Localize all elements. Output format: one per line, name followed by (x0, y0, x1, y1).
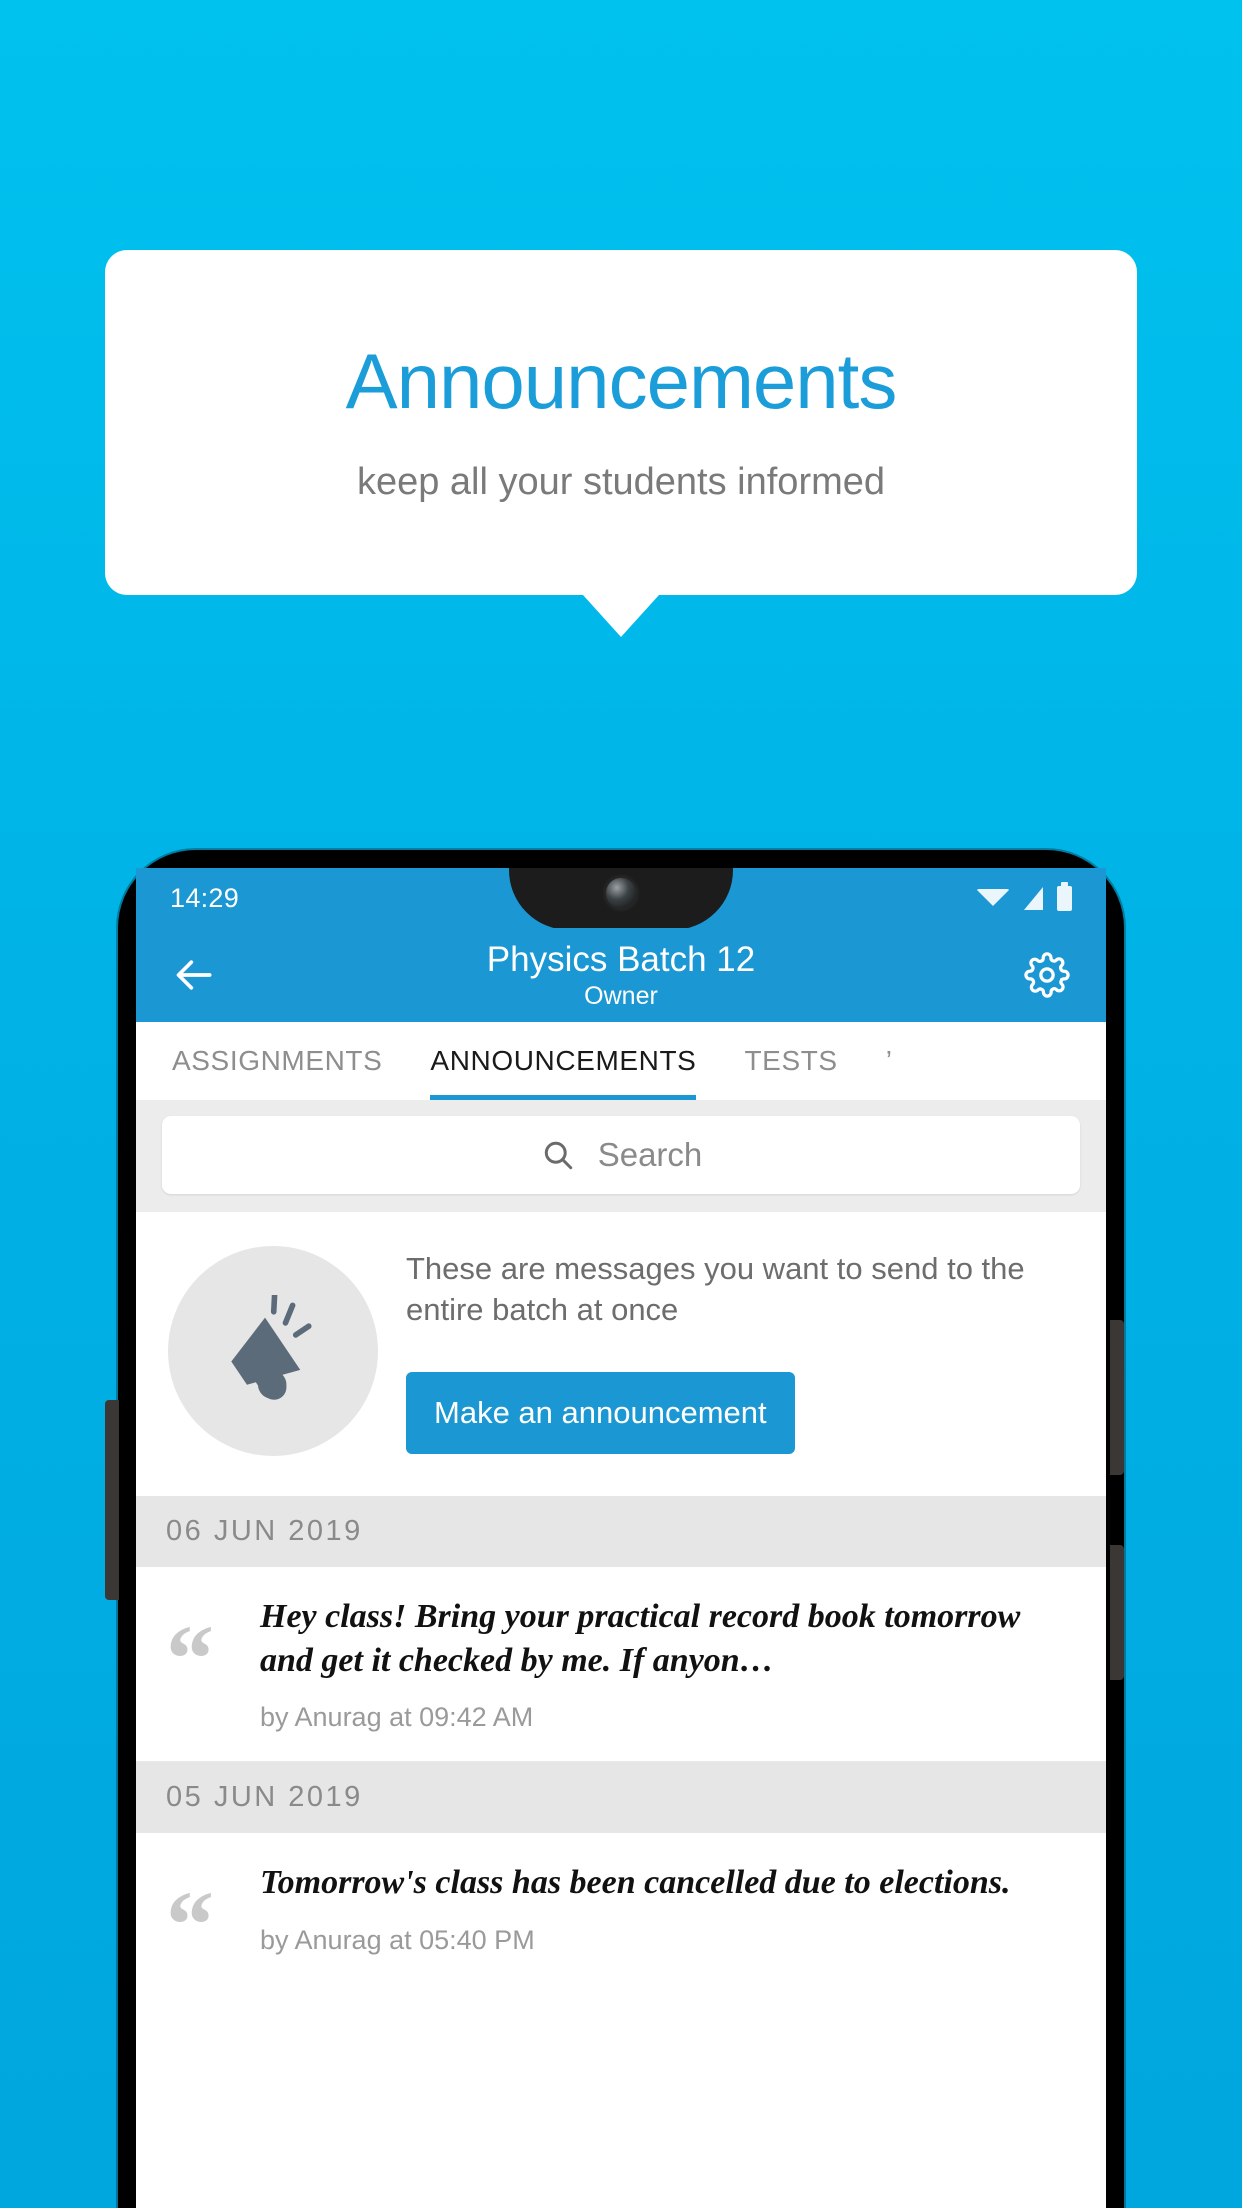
signal-icon (1024, 886, 1043, 910)
status-icon-group (976, 881, 1072, 911)
promo-content: These are messages you want to send to t… (406, 1248, 1078, 1455)
search-placeholder: Search (597, 1136, 703, 1173)
tab-assignments[interactable]: ASSIGNMENTS (172, 1022, 382, 1100)
announcement-promo-card: These are messages you want to send to t… (136, 1212, 1106, 1496)
announcement-meta: by Anurag at 05:40 PM (260, 1924, 535, 1955)
back-button[interactable] (164, 944, 226, 1006)
promo-description: These are messages you want to send to t… (406, 1250, 1025, 1327)
announcement-body: Tomorrow's class has been cancelled due … (260, 1861, 1080, 1956)
date-header: 06 JUN 2019 (136, 1496, 1106, 1567)
promo-banner: Announcements keep all your students inf… (105, 250, 1137, 637)
batch-title: Physics Batch 12 (486, 939, 756, 979)
gear-icon (1024, 952, 1070, 998)
wifi-icon (976, 888, 1010, 906)
page-title: Announcements (345, 337, 898, 426)
tab-bar[interactable]: ASSIGNMENTS ANNOUNCEMENTS TESTS ’ (136, 1022, 1106, 1100)
megaphone-badge (168, 1246, 378, 1456)
announcement-text: Hey class! Bring your practical record b… (260, 1598, 1021, 1679)
app-bar-titles: Physics Batch 12 Owner (226, 940, 1016, 1010)
camera-notch (509, 868, 733, 930)
search-input[interactable]: Search (162, 1116, 1080, 1194)
tab-announcements[interactable]: ANNOUNCEMENTS (430, 1022, 697, 1100)
status-time: 14:29 (170, 882, 240, 913)
megaphone-icon (231, 1295, 312, 1400)
search-icon (544, 1141, 572, 1170)
settings-button[interactable] (1016, 944, 1078, 1006)
search-section: Search (136, 1100, 1106, 1212)
make-announcement-button[interactable]: Make an announcement (406, 1372, 795, 1455)
quote-icon: “ (166, 1605, 214, 1712)
app-bar: Physics Batch 12 Owner (136, 928, 1106, 1022)
announcement-text: Tomorrow's class has been cancelled due … (260, 1864, 1011, 1902)
phone-button-volume[interactable] (1110, 1320, 1124, 1475)
tab-tests[interactable]: TESTS (744, 1022, 837, 1100)
announcement-body: Hey class! Bring your practical record b… (260, 1595, 1080, 1733)
phone-screen: 14:29 Physics Batch 12 Owner ASSIGNMENTS… (136, 868, 1106, 2208)
phone-button-left[interactable] (105, 1400, 119, 1600)
batch-role: Owner (584, 982, 658, 1011)
quote-icon: “ (166, 1871, 214, 1979)
status-bar: 14:29 (136, 868, 1106, 930)
page-subtitle: keep all your students informed (356, 460, 886, 503)
announcement-item[interactable]: “ Hey class! Bring your practical record… (136, 1567, 1106, 1762)
bubble-tail (583, 595, 659, 637)
tab-next-partial[interactable]: ’ (886, 1022, 893, 1100)
announcement-item[interactable]: “ Tomorrow's class has been cancelled du… (136, 1833, 1106, 1984)
announcement-meta: by Anurag at 09:42 AM (260, 1702, 534, 1733)
front-camera-icon (606, 878, 636, 908)
battery-icon (1057, 881, 1072, 911)
phone-button-power[interactable] (1110, 1545, 1124, 1680)
date-header: 05 JUN 2019 (136, 1762, 1106, 1834)
arrow-left-icon (176, 960, 212, 990)
